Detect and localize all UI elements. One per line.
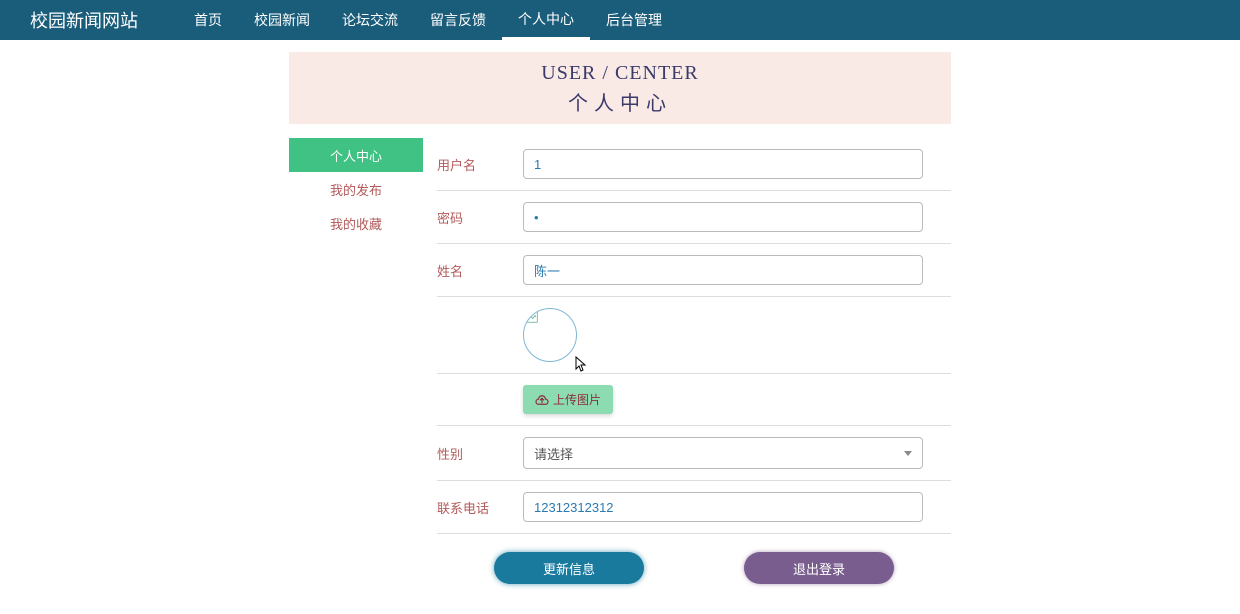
nav-item-0[interactable]: 首页 [178,0,238,40]
upload-label: 上传图片 [553,391,601,408]
label-phone: 联系电话 [437,498,523,517]
banner-title-en: USER / CENTER [289,62,951,85]
nav-item-2[interactable]: 论坛交流 [326,0,414,40]
sidebar-item-2[interactable]: 我的收藏 [289,206,423,240]
content-wrapper: 个人中心我的发布我的收藏 用户名 密码 姓名 [289,138,951,614]
sidebar-item-1[interactable]: 我的发布 [289,172,423,206]
update-button[interactable]: 更新信息 [494,552,644,584]
top-navbar: 校园新闻网站 首页校园新闻论坛交流留言反馈个人中心后台管理 [0,0,1240,40]
page-banner: USER / CENTER 个人中心 [289,52,951,124]
sidebar: 个人中心我的发布我的收藏 [289,138,423,614]
select-gender[interactable]: 请选择 [523,437,923,469]
cloud-upload-icon [535,394,549,406]
nav-item-1[interactable]: 校园新闻 [238,0,326,40]
site-brand: 校园新闻网站 [30,7,138,33]
banner-title-cn: 个人中心 [289,87,951,116]
row-password: 密码 [437,191,951,244]
row-username: 用户名 [437,138,951,191]
nav-items: 首页校园新闻论坛交流留言反馈个人中心后台管理 [178,0,678,40]
input-username[interactable] [523,149,923,179]
input-name[interactable] [523,255,923,285]
logout-button[interactable]: 退出登录 [744,552,894,584]
button-row: 更新信息 退出登录 [437,552,951,614]
row-phone: 联系电话 [437,481,951,534]
sidebar-item-0[interactable]: 个人中心 [289,138,423,172]
upload-image-button[interactable]: 上传图片 [523,385,613,414]
broken-image-icon [526,311,538,323]
nav-item-5[interactable]: 后台管理 [590,0,678,40]
cursor-icon [575,356,589,374]
row-upload: 上传图片 [437,374,951,426]
label-name: 姓名 [437,261,523,280]
input-phone[interactable] [523,492,923,522]
label-gender: 性别 [437,444,523,463]
row-name: 姓名 [437,244,951,297]
avatar-preview[interactable] [523,308,577,362]
nav-item-3[interactable]: 留言反馈 [414,0,502,40]
label-password: 密码 [437,208,523,227]
chevron-down-icon [904,451,912,456]
input-password[interactable] [523,202,923,232]
row-avatar [437,297,951,374]
select-gender-placeholder: 请选择 [534,444,904,463]
profile-form: 用户名 密码 姓名 [437,138,951,614]
label-username: 用户名 [437,155,523,174]
nav-item-4[interactable]: 个人中心 [502,0,590,40]
row-gender: 性别 请选择 [437,426,951,481]
